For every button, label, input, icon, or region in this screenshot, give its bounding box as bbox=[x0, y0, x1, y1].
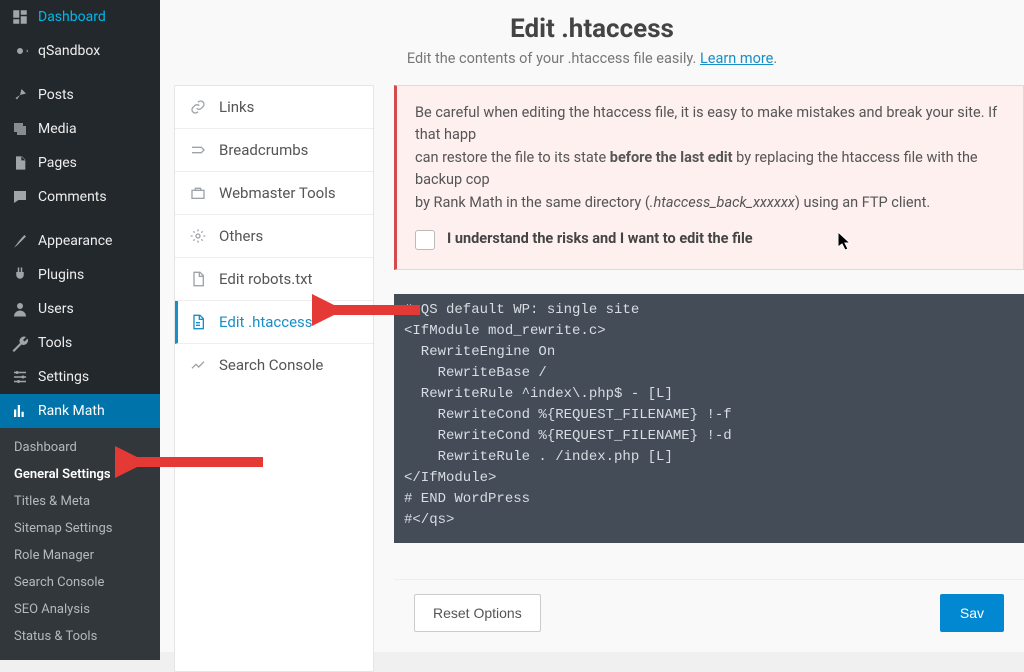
rank-math-sub-role-manager[interactable]: Role Manager bbox=[0, 542, 160, 569]
rank-math-sub-titles-meta[interactable]: Titles & Meta bbox=[0, 488, 160, 515]
page-title: Edit .htaccess bbox=[160, 14, 1024, 44]
learn-more-link[interactable]: Learn more bbox=[700, 50, 773, 67]
wp-menu-rank-math[interactable]: Rank Math bbox=[0, 394, 160, 428]
wp-menu-appearance[interactable]: Appearance bbox=[0, 224, 160, 258]
wp-menu-dashboard[interactable]: Dashboard bbox=[0, 0, 160, 34]
rank-math-submenu: DashboardGeneral SettingsTitles & MetaSi… bbox=[0, 428, 160, 660]
wrench-icon bbox=[10, 334, 30, 352]
save-button[interactable]: Sav bbox=[940, 594, 1004, 632]
tab-links[interactable]: Links bbox=[175, 86, 373, 129]
reset-options-button[interactable]: Reset Options bbox=[414, 594, 541, 632]
rank-math-sub-seo-analysis[interactable]: SEO Analysis bbox=[0, 596, 160, 623]
rank-math-sub-general-settings[interactable]: General Settings bbox=[0, 461, 160, 488]
wp-menu-settings[interactable]: Settings bbox=[0, 360, 160, 394]
wp-menu-tools[interactable]: Tools bbox=[0, 326, 160, 360]
understand-risks-checkbox[interactable] bbox=[415, 230, 435, 250]
comment-icon bbox=[10, 188, 30, 206]
gear-icon bbox=[10, 42, 30, 60]
tab-webmaster-tools[interactable]: Webmaster Tools bbox=[175, 172, 373, 215]
brush-icon bbox=[10, 232, 30, 250]
htaccess-editor[interactable]: # QS default WP: single site <IfModule m… bbox=[394, 294, 1024, 543]
media-icon bbox=[10, 120, 30, 138]
understand-risks-label: I understand the risks and I want to edi… bbox=[447, 228, 753, 250]
tab-others[interactable]: Others bbox=[175, 215, 373, 258]
settings-tabs: LinksBreadcrumbsWebmaster ToolsOthersEdi… bbox=[174, 85, 374, 672]
gear2-icon bbox=[189, 228, 207, 244]
file2-icon bbox=[189, 313, 207, 331]
tab-breadcrumbs[interactable]: Breadcrumbs bbox=[175, 129, 373, 172]
main-panel: Edit .htaccess Edit the contents of your… bbox=[160, 0, 1024, 652]
tab-edit-robots-txt[interactable]: Edit robots.txt bbox=[175, 258, 373, 301]
wp-admin-sidebar: DashboardqSandboxPostsMediaPagesComments… bbox=[0, 0, 160, 652]
wp-menu-comments[interactable]: Comments bbox=[0, 180, 160, 214]
sliders-icon bbox=[10, 368, 30, 386]
rank-math-sub-status-tools[interactable]: Status & Tools bbox=[0, 623, 160, 650]
user-icon bbox=[10, 300, 30, 318]
wp-menu-plugins[interactable]: Plugins bbox=[0, 258, 160, 292]
htaccess-panel: Be careful when editing the htaccess fil… bbox=[394, 85, 1024, 672]
crumb-icon bbox=[189, 142, 207, 158]
rank-math-sub-dashboard[interactable]: Dashboard bbox=[0, 434, 160, 461]
tab-search-console[interactable]: Search Console bbox=[175, 344, 373, 386]
pin-icon bbox=[10, 86, 30, 104]
chart-icon bbox=[10, 402, 30, 420]
dashboard-icon bbox=[10, 8, 30, 26]
graph-icon bbox=[189, 357, 207, 373]
rank-math-sub-search-console[interactable]: Search Console bbox=[0, 569, 160, 596]
tab-edit-htaccess[interactable]: Edit .htaccess bbox=[175, 301, 373, 344]
case-icon bbox=[189, 185, 207, 201]
wp-menu-qsandbox[interactable]: qSandbox bbox=[0, 34, 160, 68]
wp-menu-media[interactable]: Media bbox=[0, 112, 160, 146]
plug-icon bbox=[10, 266, 30, 284]
link-icon bbox=[189, 99, 207, 115]
wp-menu-posts[interactable]: Posts bbox=[0, 78, 160, 112]
file-icon bbox=[189, 270, 207, 288]
rank-math-sub-sitemap-settings[interactable]: Sitemap Settings bbox=[0, 515, 160, 542]
wp-menu-pages[interactable]: Pages bbox=[0, 146, 160, 180]
page-subtitle: Edit the contents of your .htaccess file… bbox=[160, 50, 1024, 67]
warning-alert: Be careful when editing the htaccess fil… bbox=[394, 85, 1024, 270]
page-icon bbox=[10, 154, 30, 172]
wp-menu-users[interactable]: Users bbox=[0, 292, 160, 326]
